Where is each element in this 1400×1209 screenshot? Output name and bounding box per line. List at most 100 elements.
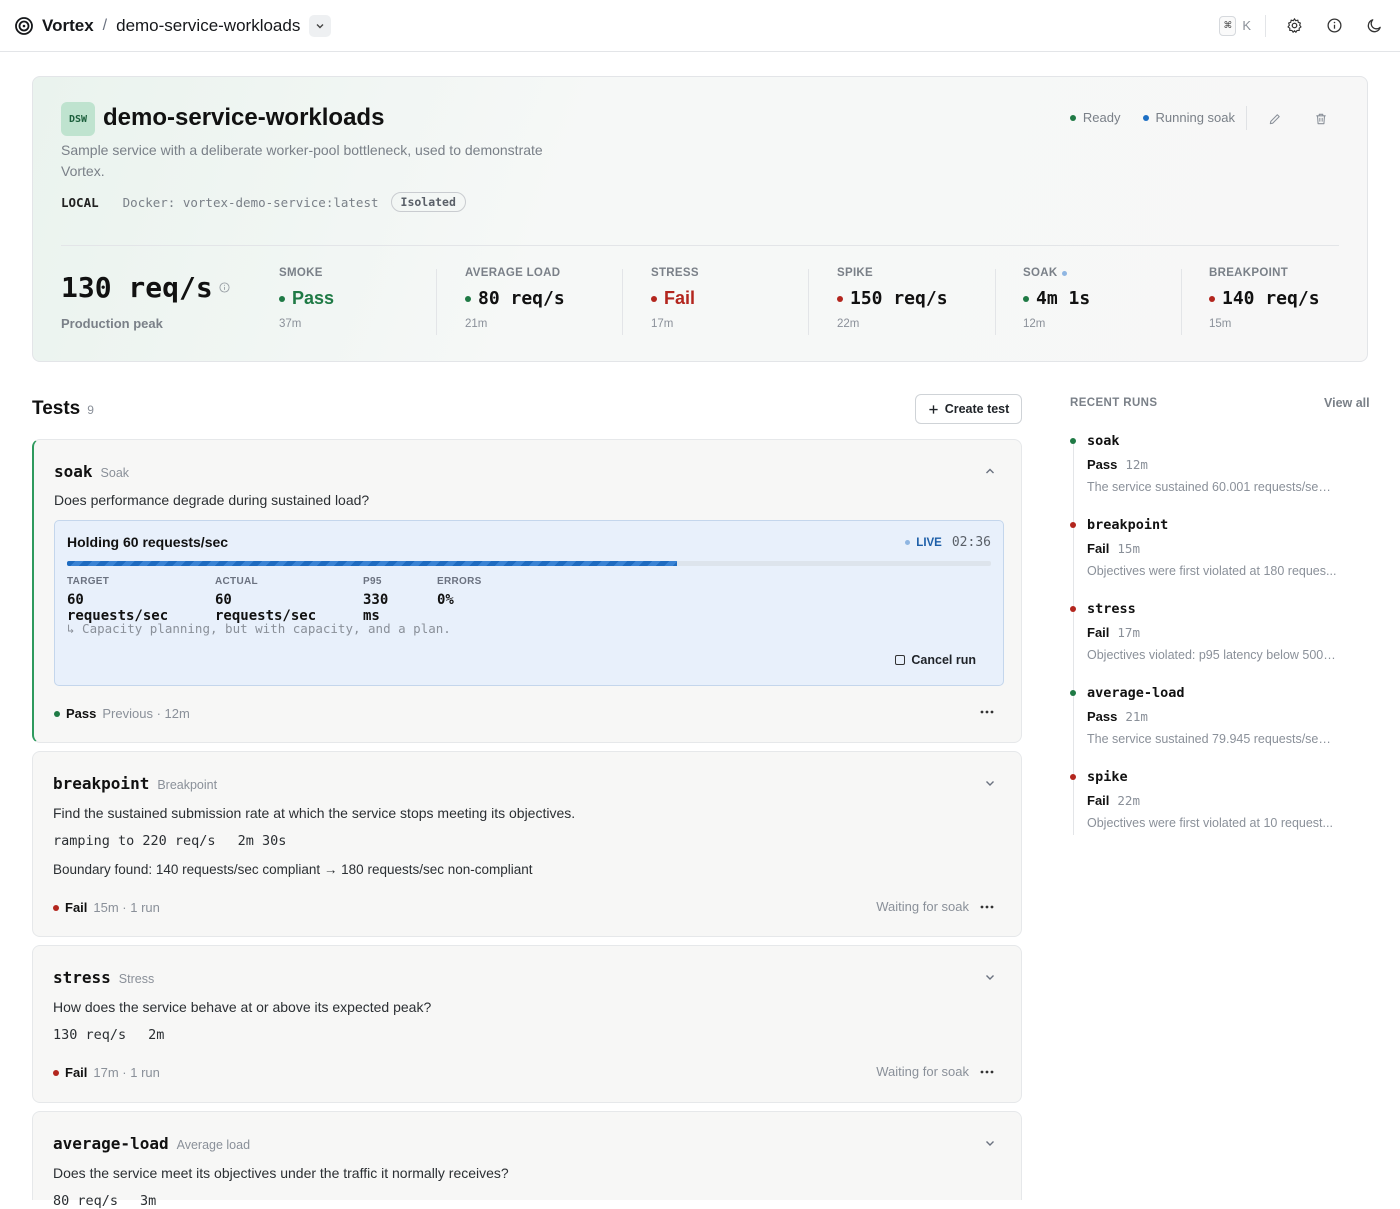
ellipsis-icon — [980, 905, 994, 909]
service-summary-card: DSW demo-service-workloads Sample servic… — [32, 76, 1368, 362]
breadcrumb-service[interactable]: demo-service-workloads — [116, 16, 300, 36]
service-status-group: Ready Running soak — [1069, 110, 1235, 125]
run-status: Pass 12m — [1087, 457, 1148, 472]
live-status: LIVE 02:36 — [905, 535, 991, 550]
cancel-run-button[interactable]: Cancel run — [895, 653, 976, 667]
target-label: TARGET — [67, 576, 110, 587]
test-result-meta: 17m · 1 run — [93, 1065, 160, 1080]
more-options-button[interactable] — [977, 1065, 997, 1079]
theme-toggle-button[interactable] — [1362, 14, 1386, 38]
live-metrics: TARGET 60 requests/sec ACTUAL 60 request… — [67, 576, 506, 624]
run-progress-fill — [67, 561, 677, 566]
more-options-button[interactable] — [977, 705, 997, 719]
metric-divider — [436, 269, 437, 335]
live-run-title: Holding 60 requests/sec — [67, 534, 229, 550]
test-param-duration: 3m — [140, 1193, 157, 1209]
tests-count: 9 — [87, 403, 94, 417]
test-kind: Breakpoint — [157, 778, 218, 792]
service-title: demo-service-workloads — [103, 104, 385, 131]
test-question: Find the sustained submission rate at wh… — [53, 805, 576, 821]
test-param-rate: 130 req/s — [53, 1027, 127, 1043]
test-param-rate: 80 req/s — [53, 1193, 119, 1209]
test-card-stress[interactable]: stress Stress How does the service behav… — [32, 945, 1022, 1103]
run-time: 21m — [1125, 709, 1148, 724]
expand-button[interactable] — [983, 970, 997, 984]
run-result: Fail — [1087, 793, 1110, 808]
more-options-button[interactable] — [977, 900, 997, 914]
run-name: breakpoint — [1087, 517, 1169, 533]
metric-label: AVERAGE LOAD — [465, 267, 561, 279]
info-icon[interactable] — [219, 282, 230, 293]
fail-dot — [1070, 522, 1076, 528]
test-name: soak — [54, 462, 93, 481]
test-kind: Average load — [176, 1138, 251, 1152]
vortex-logo-icon[interactable] — [14, 16, 34, 36]
metric-time: 21m — [465, 318, 488, 330]
metric-breakpoint[interactable]: BREAKPOINT 140 req/s 15m — [1209, 267, 1395, 337]
command-palette-shortcut[interactable]: ⌘ K — [1219, 15, 1251, 36]
test-kind: Soak — [100, 466, 130, 480]
test-card-soak[interactable]: soak Soak Does performance degrade durin… — [32, 439, 1022, 743]
test-param-duration: 2m — [148, 1027, 165, 1043]
peak-value: 130 req/s — [61, 271, 213, 304]
test-params: 80 req/s 3m — [53, 1193, 156, 1209]
run-progress-bar — [67, 561, 991, 566]
edit-service-button[interactable] — [1266, 110, 1284, 128]
test-question: Does performance degrade during sustaine… — [54, 492, 370, 508]
fail-dot — [1070, 774, 1076, 780]
waiting-status: Waiting for soak — [876, 899, 969, 914]
boundary-result: Boundary found: 140 requests/sec complia… — [53, 862, 533, 877]
ellipsis-icon — [980, 710, 994, 714]
metric-value: Pass — [292, 288, 335, 308]
running-indicator-dot — [1062, 270, 1068, 276]
collapse-button[interactable] — [983, 464, 997, 478]
environment-label: LOCAL — [61, 194, 99, 210]
info-icon — [1326, 18, 1342, 33]
actions-divider — [1246, 106, 1247, 130]
create-test-button[interactable]: Create test — [915, 394, 1022, 424]
fail-dot — [1070, 606, 1076, 612]
cancel-run-label: Cancel run — [911, 653, 976, 667]
service-switcher-button[interactable] — [309, 14, 332, 37]
create-test-label: Create test — [944, 402, 1010, 416]
pass-dot — [1070, 690, 1076, 696]
expand-button[interactable] — [983, 776, 997, 790]
test-result-meta: 15m · 1 run — [93, 900, 160, 915]
metric-value: Fail — [664, 288, 696, 308]
test-card-breakpoint[interactable]: breakpoint Breakpoint Find the sustained… — [32, 751, 1022, 937]
run-status: Fail 22m — [1087, 793, 1140, 808]
metric-stress[interactable]: STRESS Fail 17m — [651, 267, 837, 337]
metric-average-load[interactable]: AVERAGE LOAD 80 req/s 21m — [465, 267, 651, 337]
metric-divider — [995, 269, 996, 335]
production-peak: 130 req/s Production peak — [61, 271, 230, 331]
metric-smoke[interactable]: SMOKE Pass 37m — [279, 267, 465, 337]
run-time: 12m — [1125, 457, 1148, 472]
ellipsis-icon — [980, 1070, 994, 1074]
summary-divider — [61, 245, 1339, 246]
chevron-down-icon — [316, 23, 324, 28]
status-running: Running soak — [1142, 110, 1235, 125]
test-name: stress — [53, 968, 111, 987]
run-name: average-load — [1087, 685, 1185, 701]
run-result: Fail — [1087, 541, 1110, 556]
brand-name[interactable]: Vortex — [42, 16, 94, 36]
run-time: 15m — [1117, 541, 1140, 556]
peak-value-row: 130 req/s — [61, 271, 230, 304]
run-time: 17m — [1117, 625, 1140, 640]
expand-button[interactable] — [983, 1136, 997, 1150]
metric-divider — [622, 269, 623, 335]
actual-cell: ACTUAL 60 requests/sec — [215, 576, 339, 624]
test-footer: Pass Previous · 12m — [54, 706, 190, 721]
info-button[interactable] — [1322, 14, 1346, 38]
test-card-average-load[interactable]: average-load Average load Does the servi… — [32, 1111, 1022, 1209]
view-all-runs-link[interactable]: View all — [1324, 396, 1370, 410]
gear-icon — [1286, 18, 1302, 33]
delete-service-button[interactable] — [1312, 110, 1330, 128]
metric-value: 150 req/s — [850, 288, 948, 309]
settings-button[interactable] — [1282, 14, 1306, 38]
p95-value: 330 ms — [363, 592, 389, 624]
metric-value-row: 80 req/s — [465, 288, 651, 309]
metric-label: BREAKPOINT — [1209, 267, 1289, 279]
tests-title: Tests — [32, 398, 81, 419]
moon-icon — [1367, 19, 1381, 33]
